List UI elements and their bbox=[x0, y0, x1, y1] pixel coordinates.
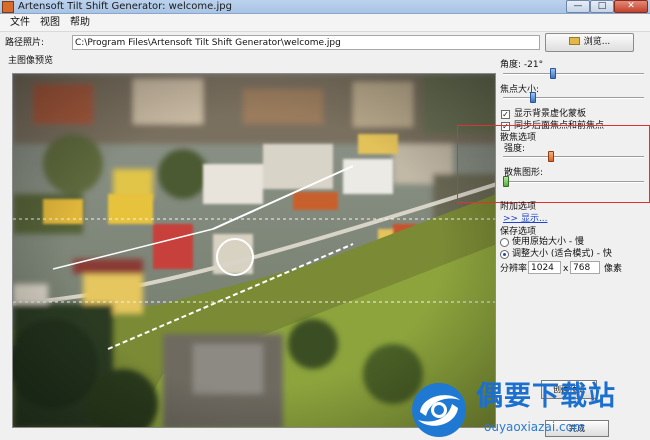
resolution-width-input[interactable] bbox=[528, 261, 561, 274]
minimize-button[interactable]: — bbox=[566, 0, 590, 13]
path-label: 路径照片: bbox=[5, 38, 45, 48]
focus-size-slider-track bbox=[503, 97, 644, 99]
menu-help[interactable]: 帮助 bbox=[70, 14, 90, 32]
folder-icon bbox=[568, 37, 580, 45]
resolution-height-input[interactable] bbox=[570, 261, 600, 274]
close-button[interactable]: ✕ bbox=[614, 0, 648, 13]
browse-label: 浏览... bbox=[583, 37, 611, 47]
watermark-logo-icon bbox=[412, 383, 466, 437]
show-blur-mask-checkbox[interactable]: ✓ bbox=[501, 110, 510, 119]
photo-path-input[interactable] bbox=[72, 35, 540, 50]
original-size-radio[interactable] bbox=[500, 238, 509, 247]
maximize-button[interactable]: □ bbox=[590, 0, 614, 13]
original-size-label: 使用原始大小 - 慢 bbox=[512, 237, 584, 247]
menu-file[interactable]: 文件 bbox=[10, 14, 30, 32]
preview-label: 主图像预览 bbox=[8, 56, 54, 66]
preview-image[interactable] bbox=[12, 73, 496, 428]
title-bar: Artensoft Tilt Shift Generator: welcome.… bbox=[0, 0, 650, 14]
pixels-label: 像素 bbox=[604, 264, 623, 274]
focus-size-slider[interactable] bbox=[503, 92, 644, 104]
browse-button[interactable]: 浏览... bbox=[545, 33, 634, 52]
focus-size-slider-thumb[interactable] bbox=[530, 92, 536, 103]
app-icon bbox=[2, 1, 14, 13]
highlight-box bbox=[457, 125, 650, 203]
window-title: Artensoft Tilt Shift Generator: welcome.… bbox=[18, 1, 232, 12]
angle-slider-thumb[interactable] bbox=[550, 68, 556, 79]
tilt-shift-photo bbox=[13, 74, 495, 427]
resolution-x-label: x bbox=[563, 264, 569, 274]
angle-slider[interactable] bbox=[503, 68, 644, 80]
adjust-size-radio[interactable] bbox=[500, 250, 509, 259]
menu-view[interactable]: 视图 bbox=[40, 14, 60, 32]
watermark-title: 偶要下载站 bbox=[476, 381, 616, 412]
watermark-url: ouyaoxiazai.com bbox=[484, 420, 585, 434]
show-blur-mask-label: 显示背景虚化蒙板 bbox=[514, 109, 587, 119]
resolution-label: 分辨率 bbox=[500, 264, 528, 274]
adjust-size-label: 调整大小 (适合模式) - 快 bbox=[512, 249, 612, 259]
menu-bar: 文件 视图 帮助 bbox=[0, 14, 650, 32]
show-extra-options-link[interactable]: >> 显示... bbox=[503, 211, 548, 224]
angle-slider-track bbox=[503, 73, 644, 75]
site-watermark: 偶要下载站 ouyaoxiazai.com bbox=[404, 378, 650, 440]
